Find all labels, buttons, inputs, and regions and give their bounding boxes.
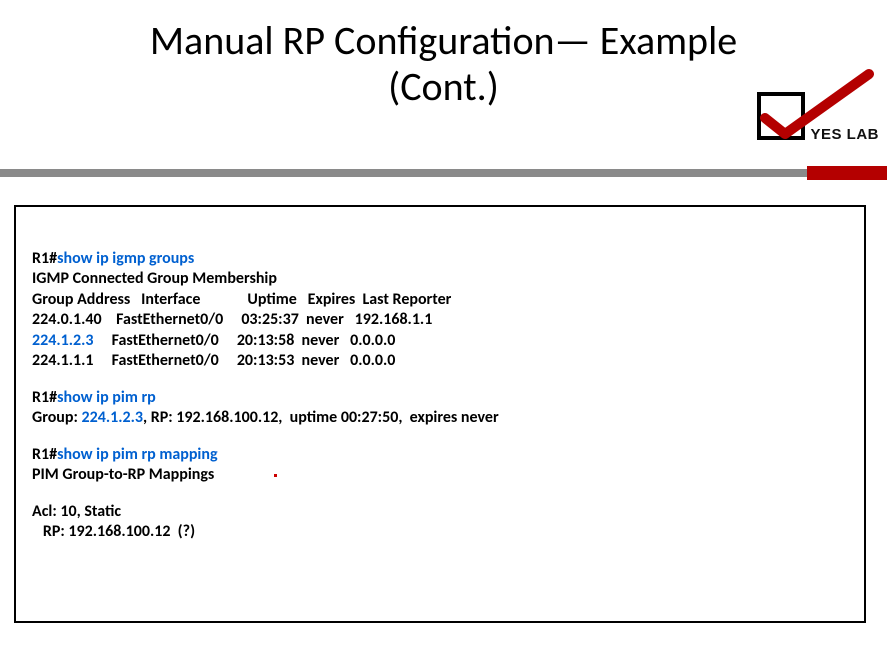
acl-line: Acl: 10, Static [32, 502, 850, 522]
cli-cmd-igmp: show ip igmp groups [57, 249, 194, 268]
igmp-rows: 224.0.1.40 FastEthernet0/0 03:25:37 neve… [32, 310, 850, 371]
slide-title-line1: Manual RP Configuration— Example [150, 16, 737, 65]
cli-cmd-pim-rp: show ip pim rp [57, 388, 156, 407]
cli-cmd-pim-rp-mapping: show ip pim rp mapping [57, 445, 217, 464]
cli-prompt: R1# [32, 249, 57, 268]
igmp-group-address: 224.1.1.1 [32, 351, 112, 370]
igmp-row: 224.1.2.3 FastEthernet0/0 20:13:58 never… [32, 331, 850, 351]
title-divider [0, 166, 887, 180]
yeslab-logo-text: YES LAB [810, 126, 879, 143]
cli-output-box: R1#show ip igmp groupsIGMP Connected Gro… [14, 205, 866, 623]
slide-title-line2: (Cont.) [388, 62, 499, 111]
pim-rp-line: Group: 224.1.2.3, RP: 192.168.100.12, up… [32, 408, 850, 428]
slide-title: Manual RP Configuration— Example (Cont.) [0, 18, 887, 110]
igmp-row: 224.0.1.40 FastEthernet0/0 03:25:37 neve… [32, 310, 850, 330]
red-dot-icon [274, 474, 277, 477]
igmp-group-address: 224.1.2.3 [32, 331, 112, 350]
pim-map-header: PIM Group-to-RP Mappings [32, 465, 850, 485]
rp-map-line: RP: 192.168.100.12 (?) [32, 522, 850, 542]
igmp-row: 224.1.1.1 FastEthernet0/0 20:13:53 never… [32, 351, 850, 371]
igmp-group-address: 224.0.1.40 [32, 310, 116, 329]
igmp-columns: Group Address Interface Uptime Expires L… [32, 290, 850, 310]
igmp-header: IGMP Connected Group Membership [32, 269, 850, 289]
